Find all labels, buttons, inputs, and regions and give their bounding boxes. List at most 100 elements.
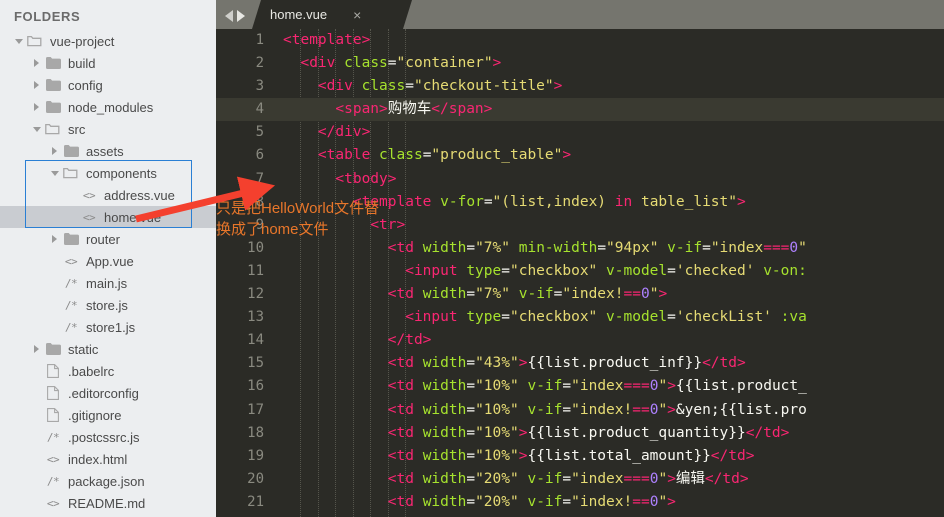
code-line[interactable]: 13 <input type="checkbox" v-model='check… — [216, 306, 944, 329]
code-line[interactable]: 6 <table class="product_table"> — [216, 144, 944, 167]
tree-item-label: package.json — [68, 473, 145, 489]
line-number: 14 — [247, 332, 264, 349]
code-line[interactable]: 21 <td width="20%" v-if="index!==0"> — [216, 491, 944, 514]
folder-icon — [43, 57, 63, 69]
code-area[interactable]: 1 <template> 2 <div class="container"> 3 <d… — [216, 29, 944, 517]
js-file-icon: /* — [64, 320, 78, 334]
tree-item-label: store1.js — [86, 319, 136, 335]
code-line[interactable]: 20 <td width="20%" v-if="index===0">编辑</… — [216, 468, 944, 491]
forward-arrow-icon[interactable] — [237, 10, 245, 22]
tree-item-assets[interactable]: assets — [0, 140, 216, 162]
tree-item-label: home.vue — [104, 209, 162, 225]
tree-item-address-vue[interactable]: <> address.vue — [0, 184, 216, 206]
code-line[interactable]: 7 <tbody> — [216, 168, 944, 191]
code-line[interactable]: 9 <tr> — [216, 214, 944, 237]
line-number: 20 — [247, 470, 264, 487]
line-number: 16 — [247, 378, 264, 395]
tree-item-app-vue[interactable]: <> App.vue — [0, 250, 216, 272]
chevron-down-icon[interactable] — [12, 38, 25, 44]
tree-item-build[interactable]: build — [0, 52, 216, 74]
line-number: 2 — [255, 55, 264, 72]
tree-item-static[interactable]: static — [0, 338, 216, 360]
code-line[interactable]: 3 <div class="checkout-title"> — [216, 75, 944, 98]
folder-icon — [43, 123, 63, 135]
code-line[interactable]: 10 <td width="7%" min-width="94px" v-if=… — [216, 237, 944, 260]
tree-item-components[interactable]: components — [0, 162, 216, 184]
tree-item-config[interactable]: config — [0, 74, 216, 96]
code-editor-pane: home.vue × 1 <template> 2 <div class="cont… — [216, 0, 944, 517]
js-file-icon: /* — [64, 298, 78, 312]
tree-item-vue-project[interactable]: vue-project — [0, 30, 216, 52]
tree-item-home-vue[interactable]: <> home.vue — [0, 206, 216, 228]
tree-item-store-js[interactable]: /* store.js — [0, 294, 216, 316]
code-text: <td width="43%">{{list.product_inf}}</td… — [387, 355, 746, 372]
chevron-right-icon[interactable] — [48, 235, 61, 243]
folders-header: FOLDERS — [14, 9, 81, 24]
code-line[interactable]: 12 <td width="7%" v-if="index!==0"> — [216, 283, 944, 306]
code-text: <tbody> — [335, 170, 397, 187]
js-file-icon: /* — [46, 430, 60, 444]
code-text: <td width="7%" min-width="94px" v-if="in… — [387, 239, 807, 256]
line-number: 3 — [255, 78, 264, 95]
code-text: <input type="checkbox" v-model='checkLis… — [405, 309, 807, 326]
tree-item-label: components — [86, 165, 157, 181]
code-line[interactable]: 1 <template> — [216, 29, 944, 52]
tree-item--editorconfig[interactable]: .editorconfig — [0, 382, 216, 404]
tab-nav-arrows[interactable] — [216, 10, 252, 29]
code-text: <td width="20%" v-if="index===0">编辑</td> — [387, 470, 749, 487]
tree-item--postcssrc-js[interactable]: /* .postcssrc.js — [0, 426, 216, 448]
code-line[interactable]: 18 <td width="10%">{{list.product_quanti… — [216, 422, 944, 445]
tree-item-router[interactable]: router — [0, 228, 216, 250]
chevron-down-icon[interactable] — [30, 126, 43, 132]
code-line[interactable]: 11 <input type="checkbox" v-model='check… — [216, 260, 944, 283]
line-number: 19 — [247, 447, 264, 464]
tree-item-node-modules[interactable]: node_modules — [0, 96, 216, 118]
code-line[interactable]: 4 <span>购物车</span> — [216, 98, 944, 122]
line-number: 8 — [255, 193, 264, 210]
folder-icon — [43, 343, 63, 355]
chevron-down-icon[interactable] — [48, 170, 61, 176]
line-number: 1 — [255, 32, 264, 48]
close-icon[interactable]: × — [353, 7, 361, 23]
line-number: 9 — [255, 216, 264, 233]
code-text: <tr> — [370, 216, 406, 233]
code-text: <table class="product_table"> — [317, 147, 572, 164]
code-line[interactable]: 14 </td> — [216, 329, 944, 352]
tree-item-package-json[interactable]: /* package.json — [0, 470, 216, 492]
code-text: <template v-for="(list,index) in table_l… — [352, 193, 746, 210]
folder-icon — [61, 145, 81, 157]
code-line[interactable]: 2 <div class="container"> — [216, 52, 944, 75]
tree-item-label: README.md — [68, 495, 146, 511]
tree-item-store1-js[interactable]: /* store1.js — [0, 316, 216, 338]
tree-item--gitignore[interactable]: .gitignore — [0, 404, 216, 426]
code-text: <td width="20%" v-if="index!==0"> — [387, 493, 676, 510]
tree-item-src[interactable]: src — [0, 118, 216, 140]
code-lines: 1 <template> 2 <div class="container"> 3 <d… — [216, 29, 944, 514]
code-text: <td width="10%">{{list.total_amount}}</t… — [387, 447, 755, 464]
tree-item-index-html[interactable]: <> index.html — [0, 448, 216, 470]
code-text: <input type="checkbox" v-model='checked'… — [405, 262, 807, 279]
chevron-right-icon[interactable] — [30, 59, 43, 67]
chevron-right-icon[interactable] — [30, 103, 43, 111]
tab-home-vue[interactable]: home.vue × — [252, 0, 412, 29]
line-number: 15 — [247, 355, 264, 372]
code-file-icon: <> — [46, 496, 60, 510]
tree-item-label: static — [68, 341, 99, 357]
chevron-right-icon[interactable] — [30, 81, 43, 89]
tree-item-readme-md[interactable]: <> README.md — [0, 492, 216, 514]
chevron-right-icon[interactable] — [30, 345, 43, 353]
code-line[interactable]: 8 <template v-for="(list,index) in table… — [216, 191, 944, 214]
back-arrow-icon[interactable] — [225, 10, 233, 22]
line-number: 10 — [247, 239, 264, 256]
js-file-icon: /* — [64, 276, 78, 290]
code-line[interactable]: 19 <td width="10%">{{list.total_amount}}… — [216, 445, 944, 468]
code-line[interactable]: 16 <td width="10%" v-if="index===0">{{li… — [216, 375, 944, 398]
chevron-right-icon[interactable] — [48, 147, 61, 155]
tree-item--babelrc[interactable]: .babelrc — [0, 360, 216, 382]
tree-item-main-js[interactable]: /* main.js — [0, 272, 216, 294]
code-line[interactable]: 17 <td width="10%" v-if="index!==0">&yen… — [216, 399, 944, 422]
code-line[interactable]: 5 </div> — [216, 121, 944, 144]
tree-item-label: .babelrc — [68, 363, 115, 379]
code-line[interactable]: 15 <td width="43%">{{list.product_inf}}<… — [216, 352, 944, 375]
tree-item-label: config — [68, 77, 103, 93]
